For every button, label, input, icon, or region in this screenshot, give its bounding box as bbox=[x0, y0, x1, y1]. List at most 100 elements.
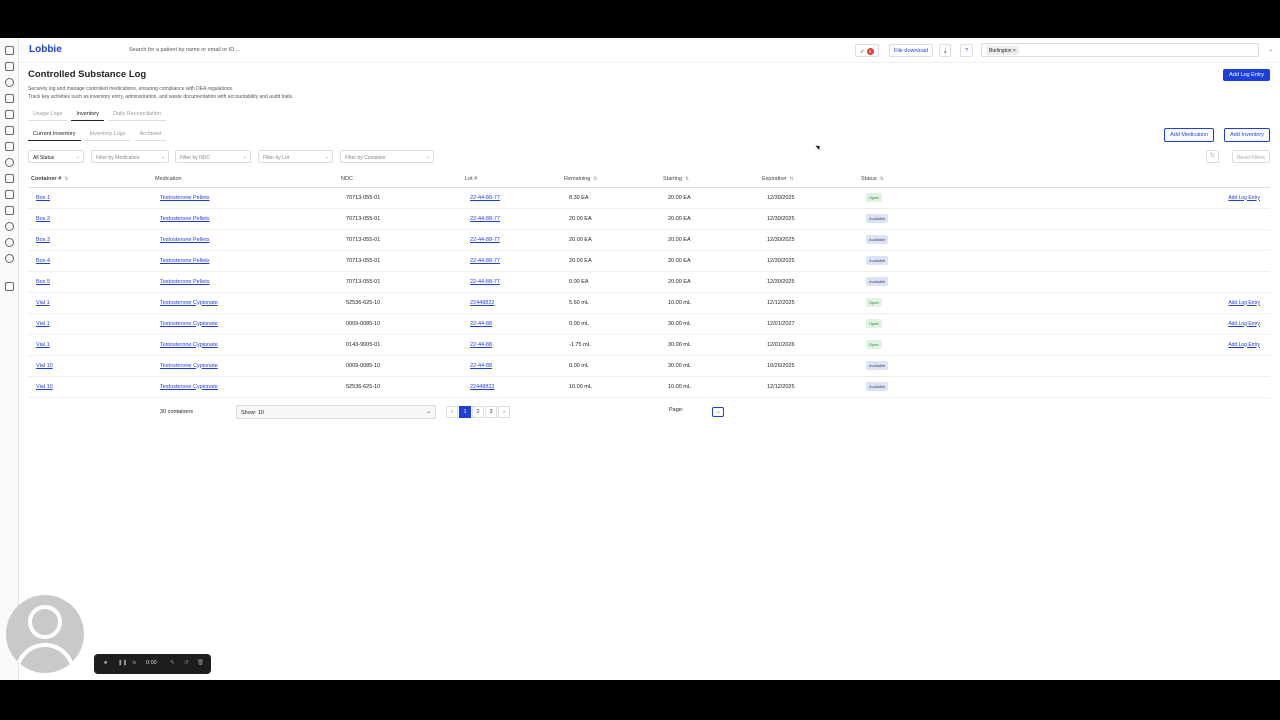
lot-link[interactable]: 22-44-88-77 bbox=[470, 237, 500, 243]
sort-icon[interactable]: ⇅ bbox=[789, 176, 793, 182]
download-icon[interactable]: ⤓ bbox=[939, 44, 952, 57]
subtab-inventory-logs[interactable]: Inventory Logs bbox=[84, 131, 131, 141]
inbox-icon[interactable] bbox=[5, 62, 14, 71]
lot-link[interactable]: 22448822 bbox=[470, 384, 494, 390]
clipboard-icon[interactable] bbox=[5, 142, 14, 151]
row-add-log-entry-link[interactable]: Add Log Entry bbox=[1228, 300, 1260, 306]
column-header[interactable]: Container # ⇅ bbox=[28, 171, 152, 188]
logout-icon[interactable] bbox=[5, 282, 14, 291]
container-link[interactable]: Box 3 bbox=[36, 237, 50, 243]
app-logo[interactable]: Lobbie bbox=[29, 44, 62, 55]
pause-icon[interactable]: ❚❚ bbox=[118, 660, 127, 666]
medication-link[interactable]: Testosterone Pellets bbox=[160, 237, 210, 243]
medication-link[interactable]: Testosterone Pellets bbox=[160, 216, 210, 222]
page-button[interactable]: 1 bbox=[459, 406, 471, 418]
clock-icon[interactable] bbox=[5, 78, 14, 87]
lot-filter[interactable]: Filter by Lot ⌄ bbox=[258, 150, 333, 163]
subtab-archived[interactable]: Archived bbox=[134, 131, 166, 141]
medication-link[interactable]: Testosterone Cypionate bbox=[160, 342, 218, 348]
home-icon[interactable] bbox=[5, 46, 14, 55]
lot-link[interactable]: 22-44-88-77 bbox=[470, 216, 500, 222]
status-filter[interactable]: All Status ⌄ bbox=[28, 150, 84, 163]
medication-link[interactable]: Testosterone Cypionate bbox=[160, 363, 218, 369]
row-add-log-entry-link[interactable]: Add Log Entry bbox=[1228, 321, 1260, 327]
delete-icon[interactable]: 🗑 bbox=[197, 660, 204, 666]
column-header[interactable]: Starting ⇅ bbox=[660, 171, 759, 188]
medication-link[interactable]: Testosterone Cypionate bbox=[160, 384, 218, 390]
container-link[interactable]: Vial 10 bbox=[36, 384, 53, 390]
ndc-filter[interactable]: Filter by NDC ⌄ bbox=[175, 150, 251, 163]
container-link[interactable]: Vial 1 bbox=[36, 300, 50, 306]
draw-icon[interactable]: ✎ bbox=[170, 660, 175, 666]
lot-cell: 22-44-88-77 bbox=[462, 229, 561, 251]
page-button[interactable]: 2 bbox=[472, 406, 484, 418]
lot-link[interactable]: 22448822 bbox=[470, 300, 494, 306]
go-arrow-icon[interactable]: → bbox=[712, 407, 724, 417]
calendar-icon[interactable] bbox=[5, 126, 14, 135]
medication-link[interactable]: Testosterone Cypionate bbox=[160, 321, 218, 327]
sort-icon[interactable]: ⇅ bbox=[593, 176, 597, 182]
gear-icon[interactable] bbox=[5, 238, 14, 247]
container-link[interactable]: Vial 10 bbox=[36, 363, 53, 369]
column-header[interactable]: Expiration ⇅ bbox=[759, 171, 858, 188]
container-filter[interactable]: Filter by Container ⌄ bbox=[340, 150, 434, 163]
globe-icon[interactable] bbox=[5, 222, 14, 231]
sort-icon[interactable]: ⇅ bbox=[685, 176, 689, 182]
container-link[interactable]: Box 4 bbox=[36, 258, 50, 264]
restart-icon[interactable]: ↺ bbox=[184, 660, 189, 666]
lot-link[interactable]: 22-44-88-77 bbox=[470, 279, 500, 285]
subtab-current-inventory[interactable]: Current Inventory bbox=[28, 131, 81, 141]
next-page-button[interactable]: › bbox=[498, 406, 510, 418]
medication-link[interactable]: Testosterone Pellets bbox=[160, 195, 210, 201]
add-medication-button[interactable]: Add Medication bbox=[1164, 128, 1214, 142]
page-button[interactable]: 3 bbox=[485, 406, 497, 418]
tag-icon[interactable] bbox=[5, 94, 14, 103]
tasks-button[interactable]: ✓ 6 bbox=[855, 44, 879, 57]
container-link[interactable]: Box 2 bbox=[36, 216, 50, 222]
help-icon[interactable]: ? bbox=[960, 44, 974, 57]
medication-link[interactable]: Testosterone Pellets bbox=[160, 279, 210, 285]
dollar-icon[interactable] bbox=[5, 190, 14, 199]
sort-icon[interactable]: ⇅ bbox=[880, 176, 884, 182]
chart-icon[interactable] bbox=[5, 110, 14, 119]
column-header[interactable]: Remaining ⇅ bbox=[561, 171, 660, 188]
reset-filters-button[interactable]: Reset Filters bbox=[1231, 150, 1270, 163]
medication-cell: Testosterone Pellets bbox=[152, 229, 338, 251]
tab-usage-logs[interactable]: Usage Logs bbox=[28, 111, 68, 121]
container-link[interactable]: Box 5 bbox=[36, 279, 50, 285]
refresh-icon[interactable]: ↻ bbox=[1206, 150, 1219, 163]
page-size-select[interactable]: Show: 10 ⌄ bbox=[236, 405, 436, 419]
container-link[interactable]: Box 1 bbox=[36, 195, 50, 201]
location-selector[interactable]: Burlington × bbox=[981, 43, 1259, 57]
medication-link[interactable]: Testosterone Pellets bbox=[160, 258, 210, 264]
tab-inventory[interactable]: Inventory bbox=[71, 111, 104, 121]
add-inventory-button[interactable]: Add Inventory bbox=[1224, 128, 1270, 142]
row-add-log-entry-link[interactable]: Add Log Entry bbox=[1228, 342, 1260, 348]
location-chip[interactable]: Burlington × bbox=[986, 46, 1019, 55]
person-icon[interactable] bbox=[5, 254, 14, 263]
patient-search-input[interactable]: Search for a patient by name or email or… bbox=[129, 44, 439, 57]
users-icon[interactable] bbox=[5, 174, 14, 183]
lot-link[interactable]: 22-44-88 bbox=[470, 363, 492, 369]
row-add-log-entry-link[interactable]: Add Log Entry bbox=[1228, 195, 1260, 201]
left-nav-rail bbox=[0, 38, 19, 680]
medication-filter[interactable]: Filter by Medication ⌄ bbox=[91, 150, 169, 163]
lot-link[interactable]: 22-44-88 bbox=[470, 342, 492, 348]
sort-icon[interactable]: ⇅ bbox=[64, 176, 68, 182]
sign-out-icon[interactable]: → bbox=[1264, 44, 1278, 57]
add-log-entry-button[interactable]: Add Log Entry bbox=[1223, 69, 1270, 81]
lot-link[interactable]: 22-44-88 bbox=[470, 321, 492, 327]
lot-link[interactable]: 22-44-88-77 bbox=[470, 258, 500, 264]
column-header[interactable]: Status ⇅ bbox=[858, 171, 957, 188]
lot-link[interactable]: 22-44-88-77 bbox=[470, 195, 500, 201]
container-link[interactable]: Vial 1 bbox=[36, 342, 50, 348]
prev-page-button[interactable]: ‹ bbox=[446, 406, 458, 418]
tab-daily-reconciliation[interactable]: Daily Reconciliation bbox=[107, 111, 166, 121]
stop-icon[interactable]: ■ bbox=[104, 660, 107, 666]
circle-icon[interactable] bbox=[5, 158, 14, 167]
medication-link[interactable]: Testosterone Cypionate bbox=[160, 300, 218, 306]
container-link[interactable]: Vial 1 bbox=[36, 321, 50, 327]
file-download-button[interactable]: File download bbox=[889, 44, 933, 57]
shield-icon[interactable] bbox=[5, 206, 14, 215]
chevron-down-icon: ⌄ bbox=[242, 154, 247, 160]
